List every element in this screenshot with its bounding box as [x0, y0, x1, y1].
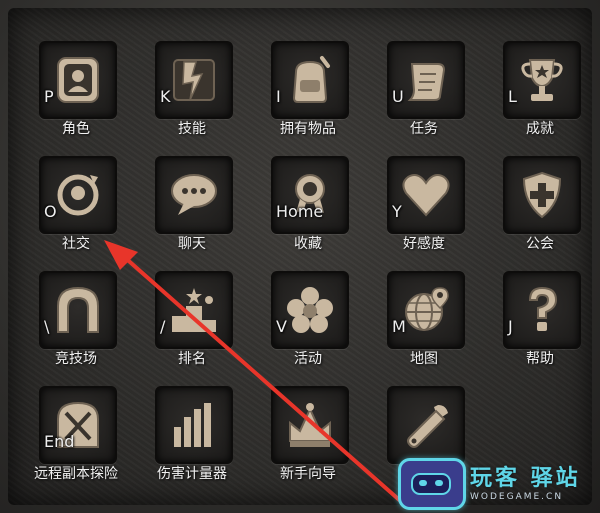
wrench-icon [407, 405, 448, 448]
icon-slot [39, 41, 117, 119]
icon-slot [155, 386, 233, 464]
menu-item-label: 地图 [410, 351, 438, 367]
menu-item-ranking[interactable]: / 排名 [142, 266, 258, 381]
menu-item-label: 竞技场 [55, 351, 97, 367]
menu-item-label: 成就 [526, 121, 554, 137]
icon-slot [503, 156, 581, 234]
menu-item-help[interactable]: J 帮助 [490, 266, 600, 381]
shortcut-key: P [44, 87, 54, 106]
icon-slot [503, 271, 581, 349]
menu-item-label: 社交 [62, 236, 90, 252]
watermark: 玩客 驿站 WODEGAME.CN [394, 456, 600, 513]
trophy-icon [521, 59, 563, 101]
icon-slot [271, 271, 349, 349]
menu-item-label: 拥有物品 [280, 121, 336, 137]
backpack-icon [292, 56, 330, 103]
shortcut-key: O [44, 202, 57, 221]
icon-slot [387, 386, 465, 464]
icon-slot [271, 386, 349, 464]
menu-item-social[interactable]: O 社交 [26, 151, 142, 266]
menu-item-guild[interactable]: 公会 [490, 151, 600, 266]
icon-slot [39, 271, 117, 349]
watermark-robot-logo-icon [398, 458, 466, 510]
shortcut-key: Home [276, 202, 324, 221]
shortcut-key: / [160, 317, 166, 336]
shortcut-key: \ [44, 317, 50, 336]
icon-slot [155, 156, 233, 234]
icon-slot [155, 271, 233, 349]
scroll-icon [407, 63, 446, 101]
menu-item-label: 好感度 [403, 236, 445, 252]
menu-item-affection[interactable]: Y 好感度 [374, 151, 490, 266]
menu-item-character[interactable]: P 角色 [26, 36, 142, 151]
menu-item-beginner-guide[interactable]: 新手向导 [258, 381, 374, 496]
menu-item-label: 活动 [294, 351, 322, 367]
crown-icon [289, 403, 331, 447]
shortcut-key: Y [392, 202, 402, 221]
icon-slot [387, 41, 465, 119]
chat-bubble-icon [171, 174, 217, 215]
menu-item-label: 任务 [410, 121, 438, 137]
menu-item-inventory[interactable]: I 拥有物品 [258, 36, 374, 151]
menu-item-skills[interactable]: K 技能 [142, 36, 258, 151]
portrait-icon [57, 57, 99, 103]
menu-item-chat[interactable]: 聊天 [142, 151, 258, 266]
shortcut-key: End [44, 432, 75, 451]
shortcut-key: K [160, 87, 171, 106]
menu-item-arena[interactable]: \ 竞技场 [26, 266, 142, 381]
menu-item-damage-meter[interactable]: 伤害计量器 [142, 381, 258, 496]
icon-slot [503, 41, 581, 119]
menu-item-label: 公会 [526, 236, 554, 252]
menu-item-map[interactable]: M 地图 [374, 266, 490, 381]
social-icon [57, 174, 99, 216]
flower-icon [287, 287, 333, 333]
shortcut-key: J [508, 317, 513, 336]
menu-item-label: 收藏 [294, 236, 322, 252]
icon-slot [271, 41, 349, 119]
heart-icon [402, 174, 450, 217]
shortcut-key: L [508, 87, 517, 106]
shortcut-key: U [392, 87, 404, 106]
menu-item-label: 帮助 [526, 351, 554, 367]
menu-item-label: 新手向导 [280, 466, 336, 482]
question-mark-icon [528, 286, 558, 331]
globe-icon [405, 287, 449, 331]
game-menu-panel: P 角色 K 技能 I 拥有物品 U 任务 L 成就 O 社交 聊天 Home … [8, 8, 592, 505]
menu-item-achievements[interactable]: L 成就 [490, 36, 600, 151]
watermark-subtitle: WODEGAME.CN [470, 492, 564, 502]
lightning-icon [173, 59, 215, 101]
menu-item-label: 技能 [178, 121, 206, 137]
shortcut-key: V [276, 317, 287, 336]
icon-slot [155, 41, 233, 119]
menu-grid: P 角色 K 技能 I 拥有物品 U 任务 L 成就 O 社交 聊天 Home … [26, 36, 600, 496]
menu-item-label: 远程副本探险 [34, 466, 118, 482]
shortcut-key: I [276, 87, 281, 106]
menu-item-label: 聊天 [178, 236, 206, 252]
icon-slot [387, 156, 465, 234]
icon-slot [39, 386, 117, 464]
menu-item-collection[interactable]: Home 收藏 [258, 151, 374, 266]
shield-icon [522, 171, 562, 219]
shortcut-key: M [392, 317, 406, 336]
arena-gate-icon [57, 286, 99, 333]
ranking-podium-icon [172, 288, 216, 332]
menu-item-label: 角色 [62, 121, 90, 137]
menu-item-events[interactable]: V 活动 [258, 266, 374, 381]
menu-item-label: 排名 [178, 351, 206, 367]
icon-slot [387, 271, 465, 349]
icon-slot [39, 156, 117, 234]
bar-chart-icon [174, 403, 211, 447]
icon-slot [271, 156, 349, 234]
menu-item-label: 伤害计量器 [157, 466, 227, 482]
menu-item-remote-dungeon[interactable]: End 远程副本探险 [26, 381, 142, 496]
menu-item-quests[interactable]: U 任务 [374, 36, 490, 151]
watermark-title: 玩客 驿站 [470, 466, 581, 491]
